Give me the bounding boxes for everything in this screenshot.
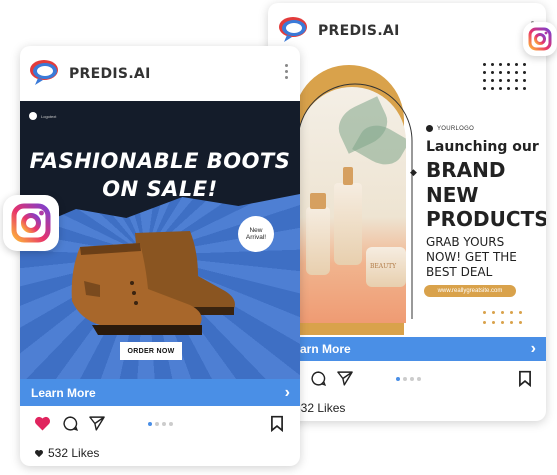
boot-image (71, 231, 235, 335)
predis-logo-icon (30, 60, 58, 85)
chevron-right-icon: › (530, 340, 536, 357)
sparkle-icon: ◆ (410, 167, 417, 177)
website-pill: www.reallygreatsite.com (424, 285, 516, 297)
post-image-cosmetics: BEAUTY ◆ YOURLOGO Launching our BRAND NE… (268, 57, 546, 337)
likes-row: 532 Likes (34, 446, 99, 460)
headline-line1: FASHIONABLE BOOTS (29, 149, 291, 173)
bookmark-icon[interactable] (518, 370, 532, 387)
heart-filled-icon[interactable] (33, 415, 52, 432)
instagram-icon (3, 195, 59, 251)
post-header: PREDIS.AI (268, 3, 546, 55)
small-heart-icon (35, 449, 43, 457)
post-actions (268, 365, 546, 393)
carousel-indicator (148, 422, 173, 426)
logo-dot-icon (426, 125, 433, 132)
order-now-button[interactable]: ORDER NOW (120, 342, 182, 360)
dot-grid-top (483, 63, 526, 90)
new-arrival-badge: New Arrival! (238, 216, 274, 252)
instagram-icon (523, 22, 557, 56)
poster-logo: YOURLOGO (426, 125, 474, 132)
post-card-front: PREDIS.AI Logotext FASHIONABLE BOOTS ON … (20, 46, 300, 466)
share-icon[interactable] (336, 370, 354, 387)
title-line1: Launching our (426, 139, 539, 155)
post-actions (20, 410, 300, 438)
share-icon[interactable] (88, 415, 106, 432)
comment-icon[interactable] (62, 415, 79, 432)
likes-count: 532 Likes (294, 401, 346, 415)
post-header: PREDIS.AI (20, 46, 300, 98)
predis-logo-icon (279, 17, 307, 42)
brand-name: PREDIS.AI (69, 66, 151, 82)
sub-line2: NOW! GET THE (426, 250, 517, 264)
bookmark-icon[interactable] (270, 415, 284, 432)
title-line2: BRAND (426, 158, 506, 182)
comment-icon[interactable] (310, 370, 327, 387)
arch-outline (297, 83, 413, 319)
headline-line2: ON SALE! (102, 177, 218, 201)
learn-more-button[interactable]: Learn More › (268, 337, 546, 361)
learn-more-label: Learn More (31, 385, 96, 400)
post-card-back: PREDIS.AI BEAUTY ◆ YOURLOGO Launching ou… (268, 3, 546, 421)
sub-line3: BEST DEAL (426, 265, 493, 279)
title-line3: NEW (426, 183, 479, 207)
carousel-indicator (396, 377, 421, 381)
more-options-icon[interactable] (285, 64, 289, 82)
poster-logo: Logotext (29, 112, 56, 120)
chevron-right-icon: › (284, 383, 290, 401)
brand-name: PREDIS.AI (318, 23, 400, 39)
dot-grid-bottom (483, 311, 522, 324)
likes-count: 532 Likes (48, 446, 100, 460)
post-image-boots: Logotext FASHIONABLE BOOTS ON SALE! New A… (20, 101, 300, 381)
title-line4: PRODUCTS (426, 207, 546, 231)
sub-line1: GRAB YOURS (426, 235, 505, 249)
learn-more-button[interactable]: Learn More › (20, 379, 300, 406)
